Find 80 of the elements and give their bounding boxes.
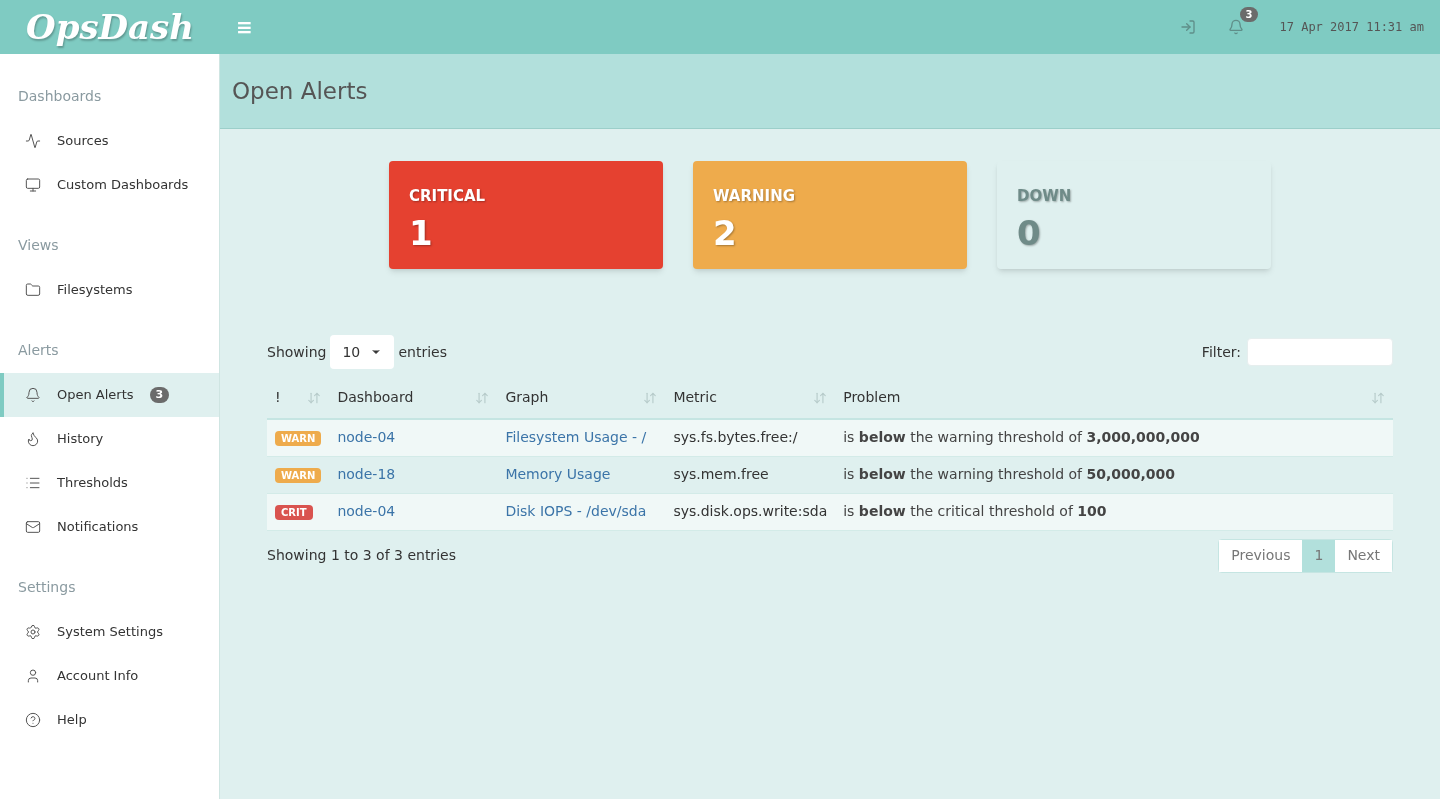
- date-time: 17 Apr 2017 11:31 am: [1279, 19, 1424, 36]
- problem-cell: is below the critical threshold of 100: [835, 493, 1393, 530]
- folder-icon: [25, 282, 41, 298]
- card-value: 1: [409, 211, 434, 254]
- column-header[interactable]: Metric: [665, 377, 836, 419]
- table-info: Showing 1 to 3 of 3 entries: [267, 546, 456, 565]
- column-header[interactable]: Graph: [497, 377, 666, 419]
- severity-badge: WARN: [275, 431, 322, 447]
- section-title: Views: [17, 236, 60, 255]
- item-label: Account Info: [57, 667, 139, 686]
- notification-count: 3: [1239, 7, 1259, 22]
- logo: OpsDash: [26, 5, 194, 49]
- settings-icon: [25, 624, 41, 640]
- card-value: 2: [713, 211, 738, 254]
- sidebar-item[interactable]: System Settings: [0, 610, 219, 654]
- list-icon: [25, 475, 41, 491]
- sort-icon: [307, 390, 322, 405]
- item-label: System Settings: [57, 623, 163, 642]
- length-label: Showing: [267, 342, 327, 362]
- card-value: 0: [1017, 211, 1042, 254]
- sort-icon: [475, 390, 490, 405]
- sidebar-item[interactable]: Account Info: [0, 654, 219, 698]
- sidebar-item[interactable]: Thresholds: [0, 461, 219, 505]
- dashboard-link[interactable]: node-04: [337, 503, 396, 519]
- item-label: Help: [57, 711, 87, 730]
- column-header[interactable]: !: [267, 377, 330, 419]
- user-icon: [25, 668, 41, 684]
- card-label: CRITICAL: [409, 186, 487, 207]
- graph-link[interactable]: Filesystem Usage - /: [505, 429, 647, 446]
- item-label: Filesystems: [57, 281, 133, 300]
- dashboard-link[interactable]: node-04: [337, 429, 396, 446]
- logout-icon[interactable]: [1179, 19, 1196, 35]
- filter-label: Filter:: [1201, 342, 1241, 362]
- page-button[interactable]: Previous: [1219, 539, 1303, 572]
- sort-icon: [813, 390, 828, 405]
- problem-cell: is below the warning threshold of 50,000,000: [835, 456, 1393, 493]
- sort-icon: [1371, 390, 1385, 405]
- monitor-icon: [25, 177, 41, 193]
- section-title: Alerts: [17, 341, 60, 360]
- card-label: DOWN: [1017, 186, 1073, 207]
- severity-badge: WARN: [275, 468, 322, 483]
- section-title: Settings: [17, 578, 77, 597]
- sidebar-item[interactable]: Custom Dashboards: [0, 163, 219, 207]
- page-title: Open Alerts: [232, 76, 368, 106]
- flame-icon: [25, 431, 41, 447]
- entries-select[interactable]: 10: [330, 335, 395, 369]
- section-title: Dashboards: [17, 87, 103, 106]
- help-icon: [25, 712, 41, 728]
- item-label: Notifications: [57, 518, 139, 537]
- item-label: Custom Dashboards: [57, 176, 189, 195]
- metric-cell: sys.fs.bytes.free:/: [665, 419, 836, 456]
- metric-cell: sys.disk.ops.write:sda: [665, 493, 836, 530]
- sidebar-item[interactable]: History: [0, 417, 219, 461]
- graph-link[interactable]: Disk IOPS - /dev/sda: [505, 503, 647, 519]
- problem-cell: is below the warning threshold of 3,000,000,000: [835, 419, 1393, 456]
- column-header[interactable]: Problem: [835, 377, 1393, 419]
- pulse-icon: [25, 133, 41, 149]
- sidebar-item[interactable]: Notifications: [0, 505, 219, 549]
- metric-cell: sys.mem.free: [665, 456, 836, 493]
- sidebar-item[interactable]: Filesystems: [0, 268, 219, 312]
- item-label: History: [57, 430, 104, 449]
- sidebar-item[interactable]: Help: [0, 698, 219, 742]
- bell-icon: [25, 387, 41, 403]
- item-label: Sources: [57, 132, 109, 151]
- column-header[interactable]: Dashboard: [329, 377, 498, 419]
- sidebar-item[interactable]: Open Alerts 3: [0, 373, 219, 417]
- envelope-icon: [25, 519, 41, 535]
- card-label: WARNING: [713, 186, 797, 207]
- severity-badge: CRIT: [275, 505, 313, 520]
- sidebar-item[interactable]: Sources: [0, 119, 219, 163]
- page-button[interactable]: Next: [1335, 539, 1392, 572]
- filter-field[interactable]: [1247, 338, 1393, 366]
- graph-link[interactable]: Memory Usage: [505, 466, 611, 482]
- sort-icon: [643, 390, 658, 405]
- length-label: entries: [398, 342, 447, 362]
- count-badge: 3: [149, 386, 170, 404]
- item-label: Open Alerts: [57, 386, 134, 405]
- item-label: Thresholds: [57, 474, 128, 493]
- dashboard-link[interactable]: node-18: [337, 466, 396, 482]
- bell-icon[interactable]: [1227, 19, 1244, 35]
